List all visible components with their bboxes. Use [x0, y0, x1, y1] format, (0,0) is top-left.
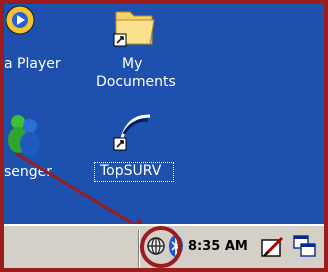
media-player-icon[interactable]: [5, 4, 40, 42]
windows-switch-icon[interactable]: [292, 234, 318, 260]
taskbar: 8:35 AM: [4, 224, 324, 268]
messenger-icon[interactable]: [6, 112, 42, 156]
my-documents-label-2[interactable]: Documents: [96, 74, 176, 91]
my-documents-label-1[interactable]: My: [122, 56, 142, 73]
folder-icon[interactable]: [112, 4, 156, 50]
input-panel-icon[interactable]: [260, 234, 286, 260]
desktop: a Player My Documents senger TopSURV: [4, 4, 324, 224]
media-player-label[interactable]: a Player: [4, 56, 61, 73]
clock-time[interactable]: 8:35 AM: [188, 239, 248, 254]
annotation-circle: [140, 226, 182, 268]
topsurv-icon[interactable]: [112, 108, 158, 154]
topsurv-label[interactable]: TopSURV: [100, 163, 161, 180]
screenshot-frame: a Player My Documents senger TopSURV 8:3…: [0, 0, 328, 272]
